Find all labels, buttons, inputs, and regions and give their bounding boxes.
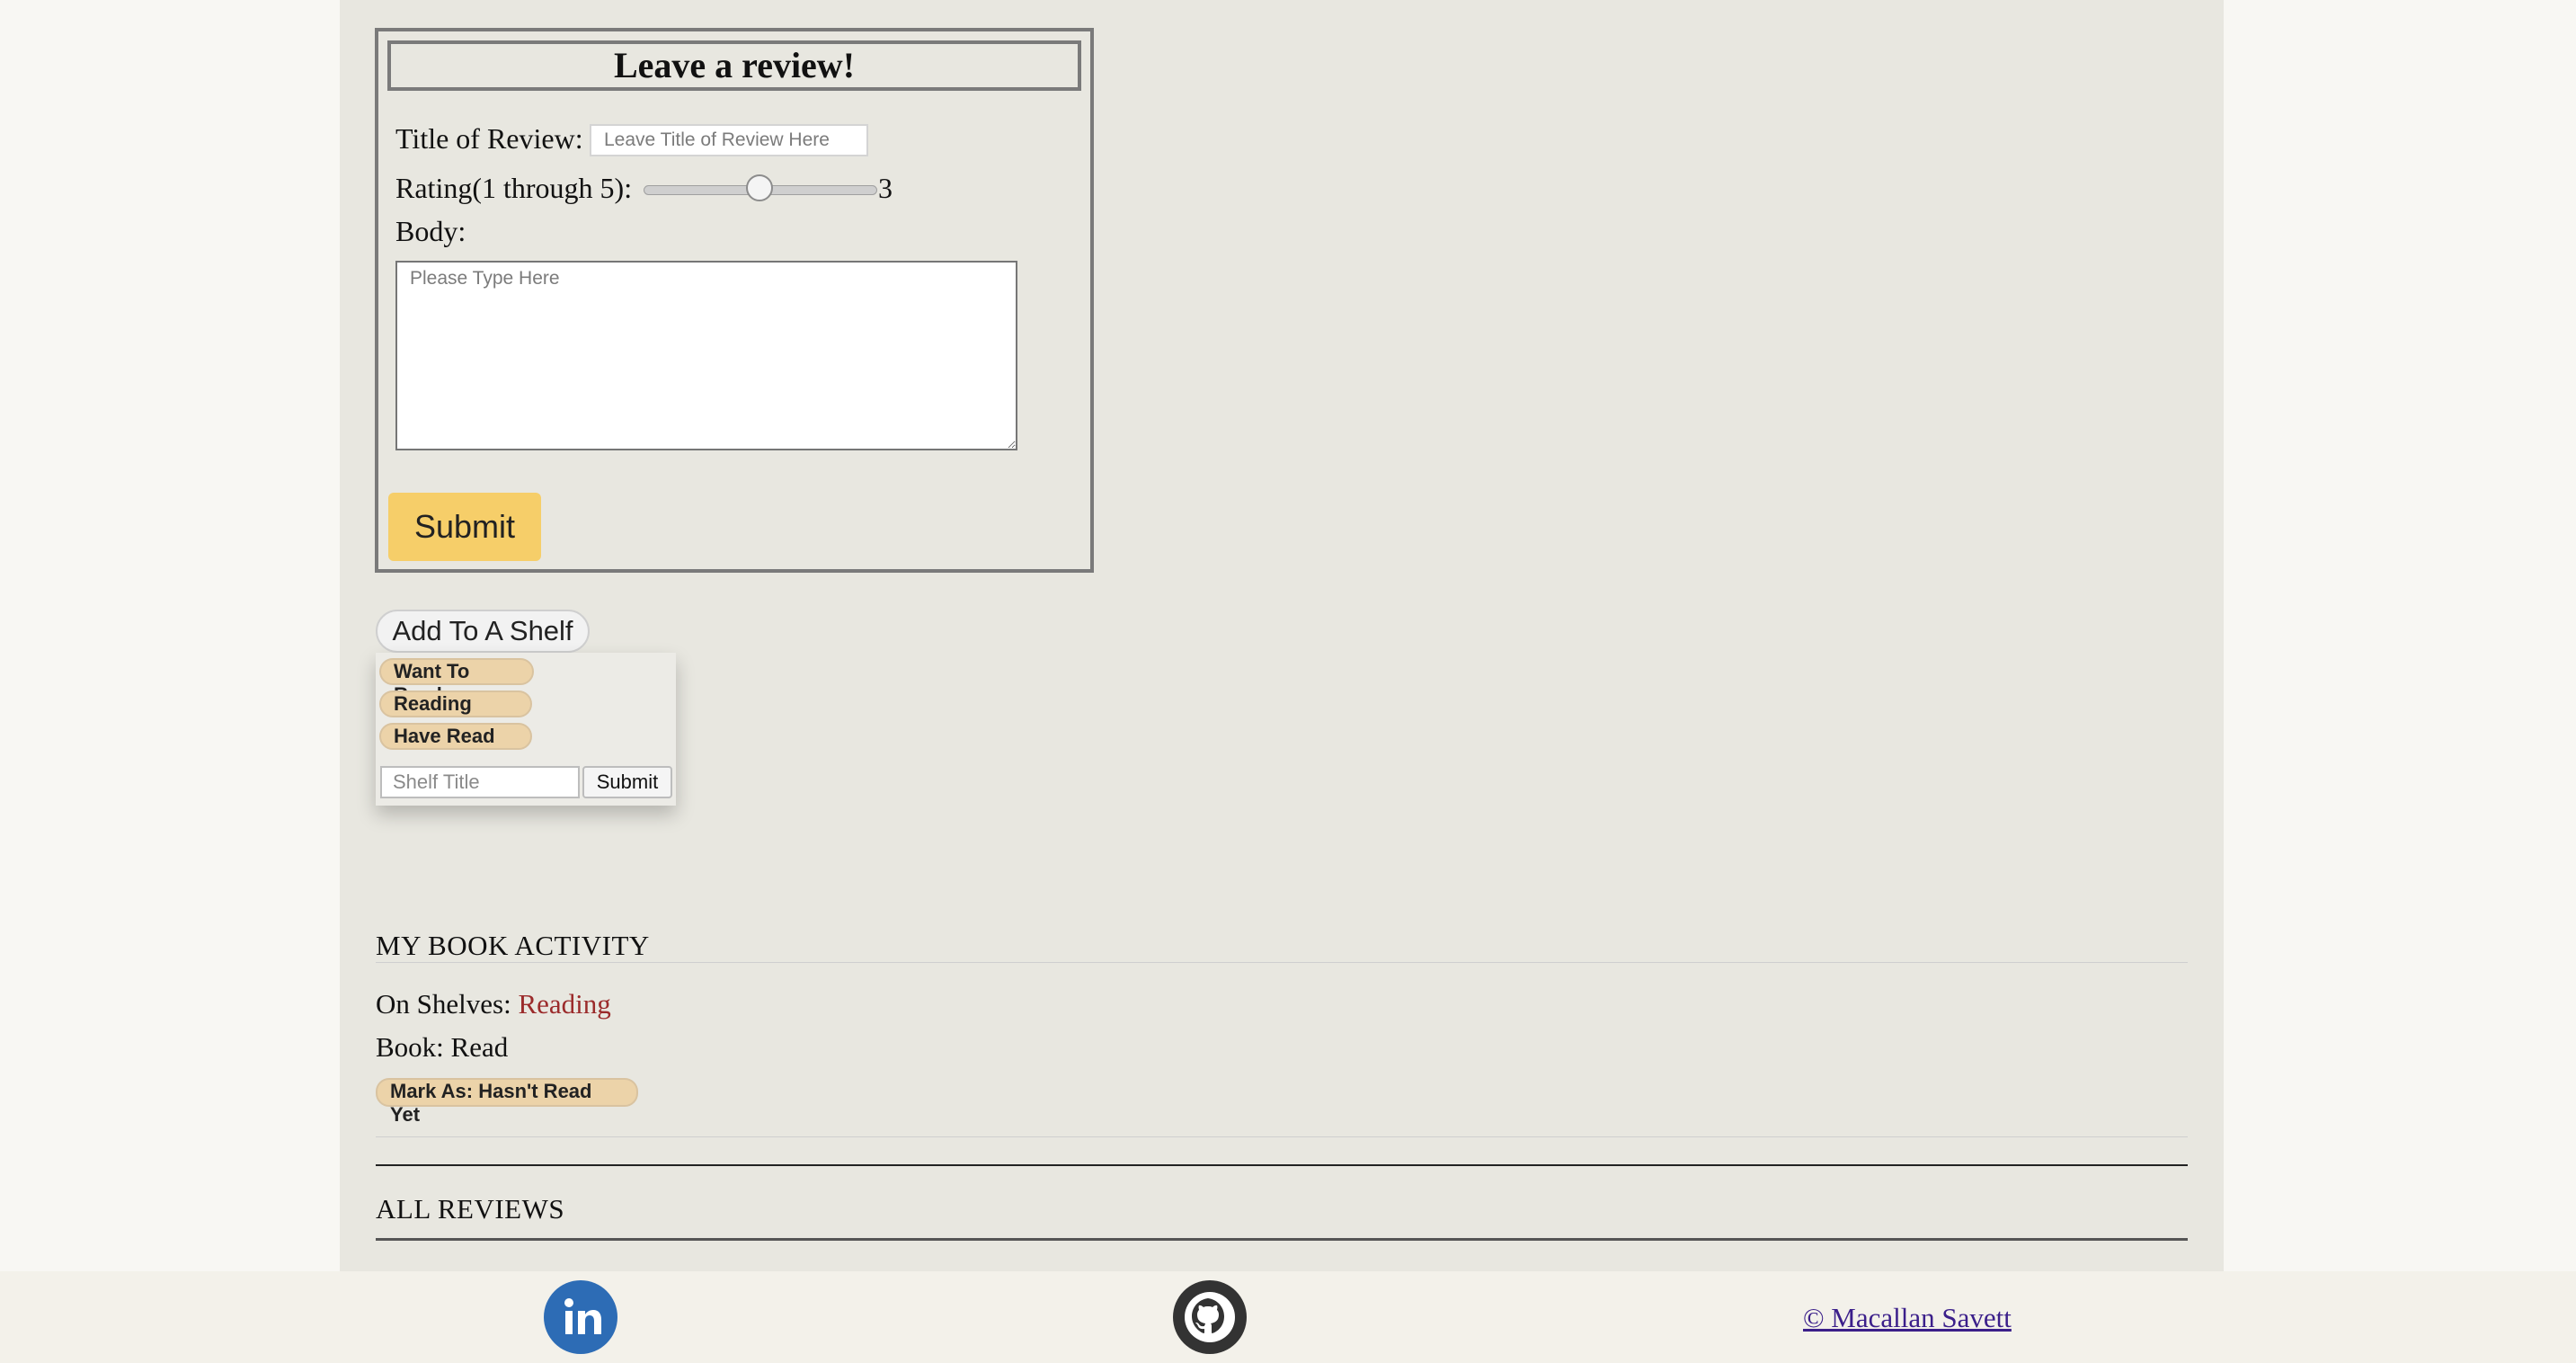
shelf-title-input[interactable] <box>380 766 580 798</box>
review-submit-button[interactable]: Submit <box>388 493 541 561</box>
all-reviews-heading: ALL REVIEWS <box>376 1193 565 1225</box>
mark-unread-button[interactable]: Mark As: Hasn't Read Yet <box>376 1078 638 1126</box>
shelf-option-want-to-read[interactable]: Want To Read <box>379 658 534 706</box>
shelf-option-reading[interactable]: Reading <box>379 690 532 717</box>
github-icon[interactable] <box>1173 1280 1247 1354</box>
on-shelves-line: On Shelves: Reading <box>376 986 611 1022</box>
book-status: Book: Read <box>376 1031 509 1063</box>
review-title-label: Title of Review: <box>395 122 583 155</box>
activity-divider <box>376 962 2188 963</box>
footer: © Macallan Savett <box>0 1271 2576 1363</box>
rating-slider-thumb[interactable] <box>746 174 773 201</box>
add-to-shelf-button[interactable]: Add To A Shelf <box>376 610 590 653</box>
copyright-link[interactable]: © Macallan Savett <box>1803 1300 2012 1336</box>
shelf-dropdown: Want To Read Reading Have Read Submit <box>376 653 676 806</box>
activity-end-divider <box>376 1136 2188 1137</box>
rating-value: 3 <box>878 172 893 204</box>
reviews-top-rule <box>376 1164 2188 1166</box>
body-label: Body: <box>395 215 466 247</box>
review-body-textarea[interactable] <box>395 261 1017 450</box>
shelf-option-have-read[interactable]: Have Read <box>379 723 532 750</box>
reviews-heading-rule <box>376 1238 2188 1241</box>
rating-label: Rating(1 through 5): <box>395 172 633 204</box>
on-shelves-value-link[interactable]: Reading <box>518 988 610 1020</box>
book-activity-heading: MY BOOK ACTIVITY <box>376 930 650 961</box>
on-shelves-label: On Shelves: <box>376 988 511 1020</box>
review-title-input[interactable] <box>590 124 868 156</box>
review-form-heading: Leave a review! <box>387 40 1081 91</box>
linkedin-icon[interactable] <box>544 1280 617 1354</box>
shelf-submit-button[interactable]: Submit <box>582 766 672 798</box>
